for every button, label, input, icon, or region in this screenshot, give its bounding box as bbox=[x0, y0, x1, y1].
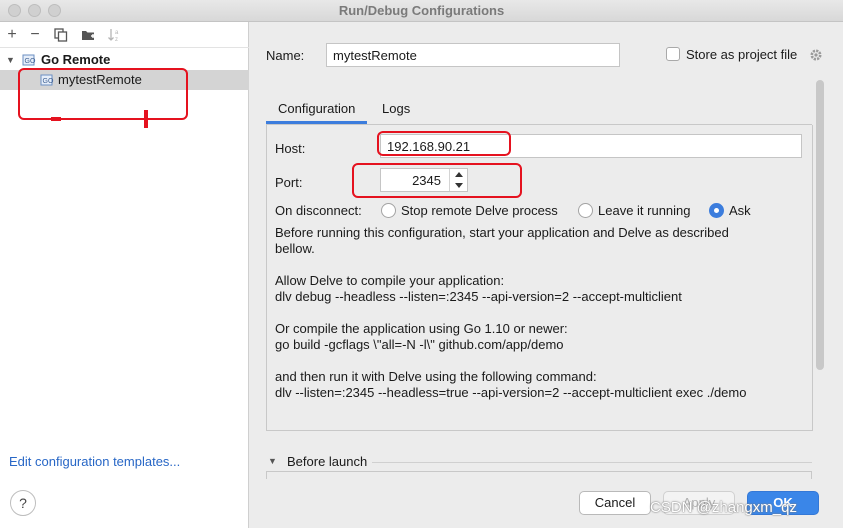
tab-logs[interactable]: Logs bbox=[370, 98, 422, 124]
before-launch-section[interactable]: ▼ Before launch bbox=[268, 453, 813, 473]
watermark: CSDN @zhangxm_qz bbox=[650, 499, 797, 516]
name-label: Name: bbox=[266, 48, 305, 63]
store-as-project-file-label: Store as project file bbox=[686, 47, 798, 62]
tree-item-label: mytestRemote bbox=[58, 72, 142, 87]
configuration-editor: Name: Store as project file Configuratio… bbox=[250, 22, 843, 528]
stop-delve-label[interactable]: Stop remote Delve process bbox=[401, 203, 558, 218]
chevron-down-icon[interactable]: ▼ bbox=[6, 50, 15, 70]
port-value: 2345 bbox=[412, 173, 441, 188]
svg-text:GO: GO bbox=[43, 78, 54, 85]
allow-delve-command: dlv debug --headless --listen=:2345 --ap… bbox=[275, 289, 682, 304]
tab-configuration[interactable]: Configuration bbox=[266, 98, 368, 124]
go-remote-icon: GO bbox=[22, 53, 36, 67]
tree-group-label: Go Remote bbox=[41, 52, 111, 67]
description-intro: Before running this configuration, start… bbox=[275, 225, 729, 256]
add-icon[interactable]: + bbox=[3, 25, 21, 45]
leave-running-radio[interactable] bbox=[578, 203, 593, 218]
tree-group-go-remote[interactable]: ▼ GO Go Remote bbox=[0, 50, 249, 70]
ask-label[interactable]: Ask bbox=[729, 203, 751, 218]
ask-radio[interactable] bbox=[709, 203, 724, 218]
run-title: and then run it with Delve using the fol… bbox=[275, 369, 597, 384]
name-input[interactable] bbox=[326, 43, 620, 67]
before-launch-divider bbox=[372, 462, 812, 463]
gear-icon[interactable] bbox=[809, 48, 823, 65]
before-launch-list bbox=[266, 471, 812, 479]
stepper-arrows[interactable] bbox=[449, 169, 467, 191]
compile-command: go build -gcflags \"all=-N -l\" github.c… bbox=[275, 337, 564, 352]
port-label: Port: bbox=[275, 175, 303, 190]
chevron-down-icon[interactable]: ▼ bbox=[268, 456, 277, 466]
host-label: Host: bbox=[275, 141, 306, 156]
port-spinner[interactable]: 2345 bbox=[380, 168, 468, 192]
on-disconnect-label: On disconnect: bbox=[275, 203, 362, 218]
title-bar: Run/Debug Configurations bbox=[0, 0, 843, 22]
copy-icon[interactable] bbox=[52, 25, 70, 45]
help-button[interactable]: ? bbox=[10, 490, 36, 516]
leave-running-label[interactable]: Leave it running bbox=[598, 203, 691, 218]
sort-icon[interactable]: az bbox=[106, 25, 124, 45]
run-command: dlv --listen=:2345 --headless=true --api… bbox=[275, 385, 747, 400]
compile-title: Or compile the application using Go 1.10… bbox=[275, 321, 568, 336]
host-input[interactable] bbox=[380, 134, 802, 158]
store-as-project-file-checkbox[interactable] bbox=[666, 47, 680, 61]
allow-delve-title: Allow Delve to compile your application: bbox=[275, 273, 505, 288]
svg-text:z: z bbox=[115, 37, 118, 42]
arrow-down-icon[interactable] bbox=[455, 183, 463, 188]
tree-item-mytestremote[interactable]: GO mytestRemote bbox=[0, 70, 249, 90]
window-title: Run/Debug Configurations bbox=[338, 3, 505, 18]
svg-text:a: a bbox=[115, 30, 119, 36]
edit-configuration-templates-link[interactable]: Edit configuration templates... bbox=[9, 454, 180, 469]
stop-delve-radio[interactable] bbox=[381, 203, 396, 218]
sidebar-toolbar: + − az bbox=[0, 22, 249, 48]
before-launch-label: Before launch bbox=[287, 454, 368, 469]
svg-text:GO: GO bbox=[25, 58, 36, 65]
configurations-sidebar: + − az ▼ GO Go Remote GO mytestRemote Ed… bbox=[0, 22, 249, 528]
configuration-pane: Host: Port: 2345 On disconnect: Stop rem… bbox=[266, 125, 813, 431]
remove-icon[interactable]: − bbox=[26, 25, 44, 45]
cancel-button[interactable]: Cancel bbox=[579, 491, 651, 515]
arrow-up-icon[interactable] bbox=[455, 172, 463, 177]
scrollbar[interactable] bbox=[816, 80, 824, 370]
new-folder-icon[interactable] bbox=[79, 25, 97, 45]
go-remote-icon: GO bbox=[40, 73, 54, 87]
